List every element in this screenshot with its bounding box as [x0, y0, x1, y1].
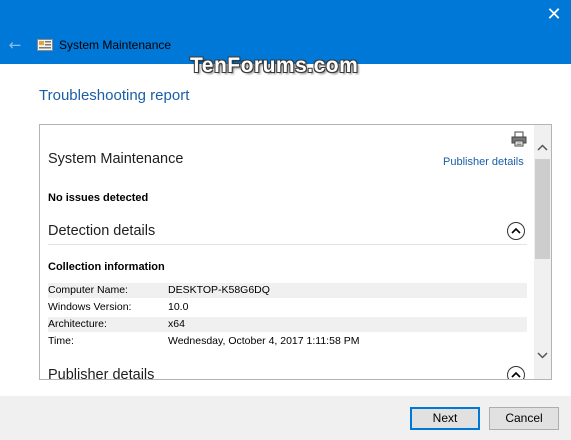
section-divider — [48, 244, 527, 245]
detection-collapse-icon[interactable] — [507, 222, 525, 240]
publisher-details-heading: Publisher details — [48, 367, 155, 380]
info-key: Architecture: — [48, 318, 107, 330]
collection-information-heading: Collection information — [48, 261, 165, 273]
report-title: System Maintenance — [48, 151, 184, 167]
info-value: DESKTOP-K58G6DQ — [168, 284, 270, 296]
info-row: Architecture: x64 — [48, 317, 527, 332]
system-maintenance-app-icon — [37, 38, 53, 52]
info-row: Time: Wednesday, October 4, 2017 1:11:58… — [48, 334, 527, 349]
scroll-up-arrow-icon[interactable] — [534, 139, 551, 156]
printer-icon[interactable] — [511, 131, 527, 147]
scrollbar-thumb[interactable] — [535, 159, 550, 259]
info-key: Computer Name: — [48, 284, 128, 296]
window-title: System Maintenance — [59, 38, 172, 52]
scroll-down-arrow-icon[interactable] — [534, 347, 551, 364]
info-value: 10.0 — [168, 301, 189, 313]
vertical-scrollbar[interactable] — [534, 125, 551, 379]
footer-bar: Next Cancel — [0, 396, 571, 440]
report-view: System Maintenance Publisher details No … — [39, 124, 552, 380]
info-value: x64 — [168, 318, 185, 330]
detection-details-heading: Detection details — [48, 223, 156, 239]
back-arrow-button[interactable]: ← — [6, 36, 24, 54]
publisher-collapse-icon[interactable] — [507, 366, 525, 379]
info-row: Windows Version: 10.0 — [48, 300, 527, 315]
status-text: No issues detected — [48, 192, 149, 204]
cancel-button[interactable]: Cancel — [489, 407, 559, 430]
close-button[interactable]: ✕ — [540, 4, 568, 26]
page-heading: Troubleshooting report — [39, 87, 190, 104]
info-key: Time: — [48, 335, 74, 347]
publisher-details-link[interactable]: Publisher details — [443, 156, 524, 168]
info-key: Windows Version: — [48, 301, 132, 313]
info-row: Computer Name: DESKTOP-K58G6DQ — [48, 283, 527, 298]
info-value: Wednesday, October 4, 2017 1:11:58 PM — [168, 335, 360, 347]
watermark: TenForums.com — [190, 54, 359, 77]
next-button[interactable]: Next — [410, 407, 480, 430]
